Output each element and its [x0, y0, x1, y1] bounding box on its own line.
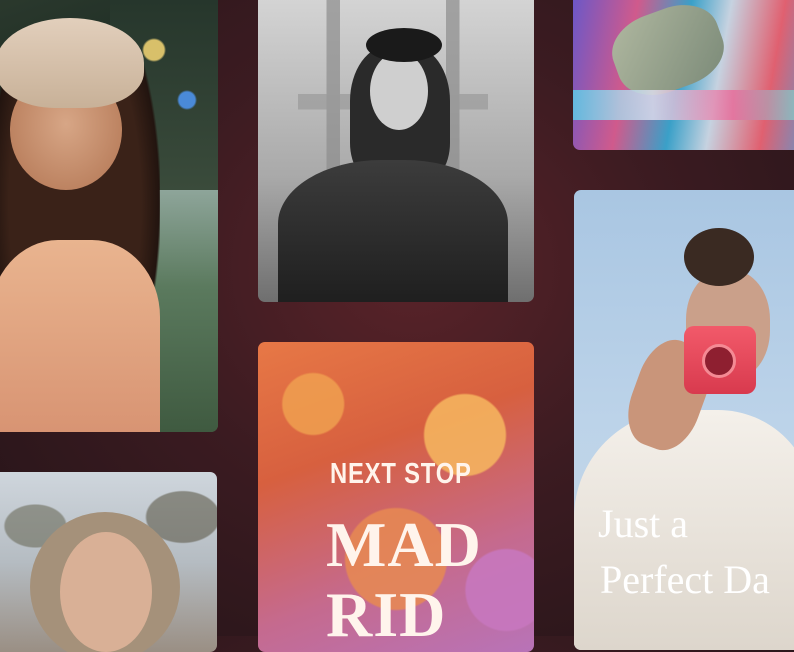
- photo-card-night-city[interactable]: [0, 0, 218, 432]
- hair-bun: [684, 228, 754, 286]
- face: [60, 532, 152, 652]
- photo-card-eiffel-bw[interactable]: [258, 0, 534, 302]
- story-card-madrid[interactable]: NEXT STOP MAD RID: [258, 342, 534, 652]
- story-eyebrow: NEXT STOP: [330, 458, 472, 490]
- story-card-camera[interactable]: Just a Perfect Da: [574, 190, 794, 650]
- bucket-hat: [0, 18, 144, 108]
- caption-line-2: Perfect Da: [600, 557, 770, 602]
- camera-lens: [702, 344, 736, 378]
- story-title: MAD RID: [326, 510, 482, 650]
- story-title-line-1: MAD: [326, 509, 482, 580]
- glitch-band: [573, 90, 794, 120]
- beret: [366, 28, 442, 62]
- sweater: [0, 240, 160, 432]
- coat: [278, 160, 508, 302]
- face: [370, 52, 428, 130]
- photo-card-bottom-portrait[interactable]: [0, 472, 217, 652]
- story-caption: Just a Perfect Da: [598, 496, 770, 608]
- caption-line-1: Just a: [598, 501, 688, 546]
- story-title-line-2: RID: [326, 579, 447, 650]
- photo-card-glitch[interactable]: [573, 0, 794, 150]
